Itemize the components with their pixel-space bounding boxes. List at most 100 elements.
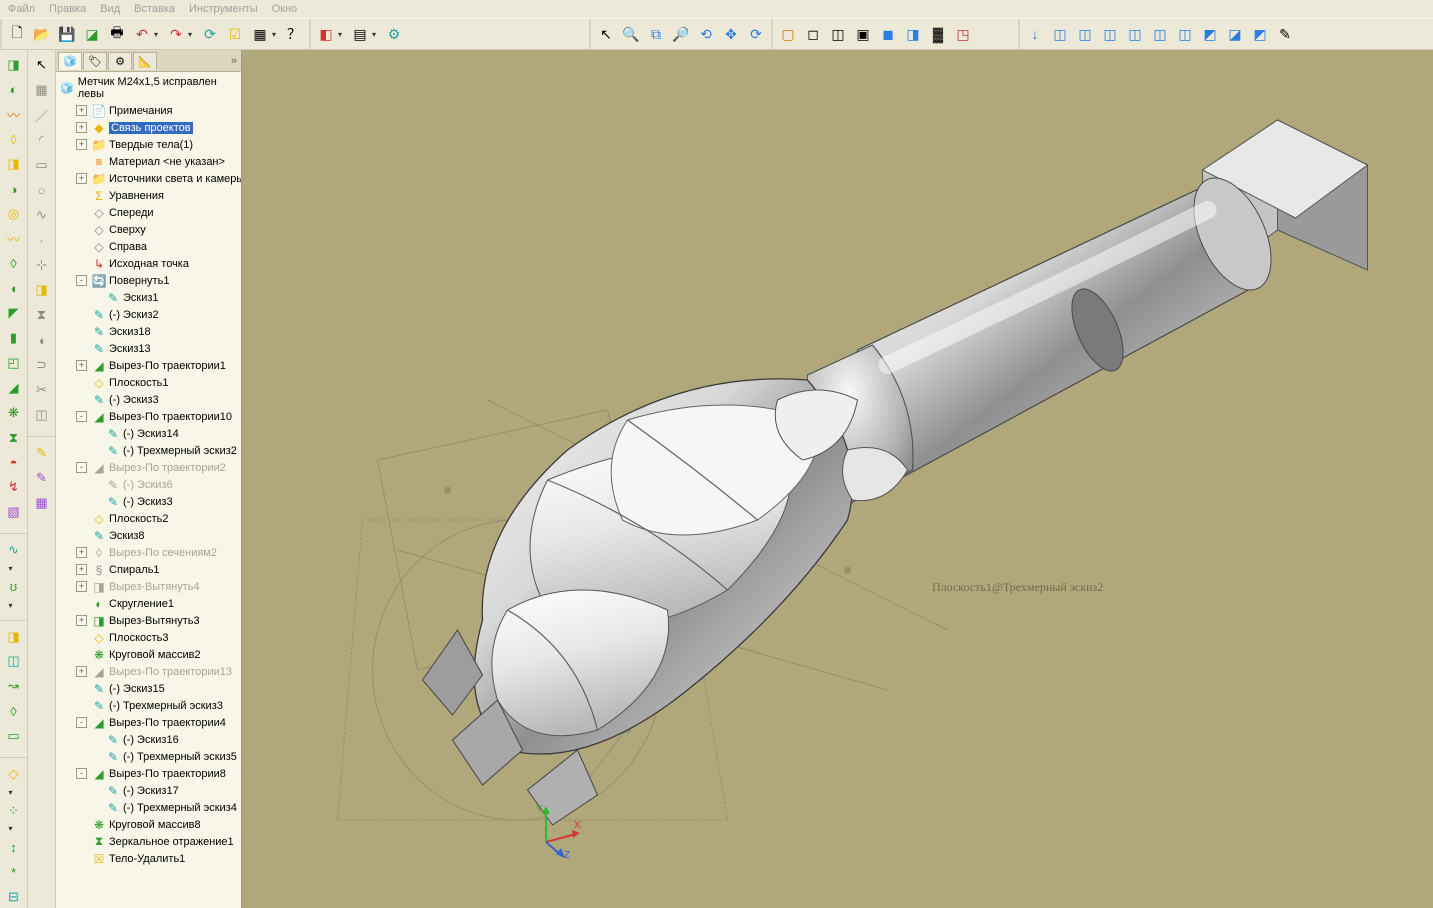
- expand-toggle[interactable]: -: [76, 462, 87, 473]
- select-icon[interactable]: ↖: [31, 54, 53, 76]
- expand-toggle[interactable]: +: [76, 581, 87, 592]
- view-section-icon[interactable]: ✎: [1274, 23, 1296, 45]
- ske-dd[interactable]: ▾: [9, 788, 17, 797]
- revolve-boss-icon[interactable]: ◐: [3, 79, 25, 101]
- tree-tab-dim[interactable]: 📐: [133, 52, 157, 70]
- tree-item[interactable]: ❋Круговой массив2: [56, 646, 241, 663]
- tree-item[interactable]: +◊Вырез-По сечениям2: [56, 544, 241, 561]
- tree-item[interactable]: ◇Плоскость2: [56, 510, 241, 527]
- revolve-cut-icon[interactable]: ◑: [3, 178, 25, 200]
- convert-entities-icon[interactable]: ◨: [31, 279, 53, 301]
- tree-body[interactable]: 🧊 Метчик М24x1,5 исправлен левы +📄Примеч…: [56, 72, 241, 908]
- refgeom-dd[interactable]: ▾: [9, 601, 17, 610]
- loft-boss-icon[interactable]: ◊: [3, 129, 25, 151]
- expand-toggle[interactable]: +: [76, 564, 87, 575]
- tree-item[interactable]: ΣУравнения: [56, 187, 241, 204]
- display-section-icon[interactable]: ◨: [902, 23, 924, 45]
- tree-item[interactable]: ✎Эскиз13: [56, 340, 241, 357]
- expand-toggle[interactable]: -: [76, 717, 87, 728]
- tree-root-node[interactable]: 🧊 Метчик М24x1,5 исправлен левы: [56, 74, 241, 102]
- tree-item[interactable]: ✎(-) Эскиз3: [56, 493, 241, 510]
- view-top-icon[interactable]: ◫: [1149, 23, 1171, 45]
- expand-toggle[interactable]: +: [76, 139, 87, 150]
- tree-item[interactable]: ↳Исходная точка: [56, 255, 241, 272]
- tree-item[interactable]: +◨Вырез-Вытянуть3: [56, 612, 241, 629]
- zoom-area-icon[interactable]: ⧉: [645, 23, 667, 45]
- display-wireframe-icon[interactable]: ▢: [777, 23, 799, 45]
- new-doc-icon[interactable]: 🗋: [6, 23, 28, 45]
- tree-item[interactable]: ✎(-) Трехмерный эскиз3: [56, 697, 241, 714]
- surface-loft-icon[interactable]: ◊: [3, 700, 25, 722]
- tree-item[interactable]: -◢Вырез-По траектории2: [56, 459, 241, 476]
- sks-dd[interactable]: ▾: [9, 824, 17, 833]
- window-icon[interactable]: ▤: [349, 23, 371, 45]
- loft-cut-icon[interactable]: ◊: [3, 253, 25, 275]
- rib-icon[interactable]: ▮: [3, 327, 25, 349]
- tree-item[interactable]: ✎(-) Трехмерный эскиз5: [56, 748, 241, 765]
- tree-item[interactable]: -◢Вырез-По траектории10: [56, 408, 241, 425]
- expand-toggle[interactable]: +: [76, 105, 87, 116]
- tree-item[interactable]: +◨Вырез-Вытянуть4: [56, 578, 241, 595]
- expand-toggle[interactable]: +: [76, 615, 87, 626]
- tree-item[interactable]: ✎(-) Эскиз17: [56, 782, 241, 799]
- tree-item[interactable]: ◐Скругление1: [56, 595, 241, 612]
- menu-view[interactable]: Вид: [100, 3, 120, 15]
- menu-tools[interactable]: Инструменты: [189, 3, 258, 15]
- toolbox-icon[interactable]: ⚙: [383, 23, 405, 45]
- view-back-icon[interactable]: ◫: [1074, 23, 1096, 45]
- macro-dd[interactable]: ▾: [338, 30, 346, 39]
- sketch-pattern-icon[interactable]: ▦: [31, 492, 53, 514]
- tree-item[interactable]: ✎(-) Эскиз2: [56, 306, 241, 323]
- tree-item[interactable]: ⧗Зеркальное отражение1: [56, 833, 241, 850]
- sketch-entity-icon[interactable]: ◇: [3, 763, 25, 785]
- options-icon[interactable]: ☑: [224, 23, 246, 45]
- shadow-icon[interactable]: ▓: [927, 23, 949, 45]
- rebuild-icon[interactable]: ⟳: [199, 23, 221, 45]
- evaluate-icon[interactable]: ⊟: [3, 886, 25, 908]
- draft-icon[interactable]: ◢: [3, 377, 25, 399]
- menu-file[interactable]: Файл: [8, 3, 35, 15]
- display-hlr-icon[interactable]: ◫: [827, 23, 849, 45]
- tree-item[interactable]: ✎Эскиз1: [56, 289, 241, 306]
- win-dd[interactable]: ▾: [372, 30, 380, 39]
- sweep-boss-icon[interactable]: 〰: [3, 104, 25, 126]
- tree-item[interactable]: ✎(-) Эскиз16: [56, 731, 241, 748]
- extrude-boss-icon[interactable]: ◨: [3, 54, 25, 76]
- mirror-icon[interactable]: ⧗: [3, 427, 25, 449]
- tree-item[interactable]: ☒Тело-Удалить1: [56, 850, 241, 867]
- view-trimetric-icon[interactable]: ◪: [1224, 23, 1246, 45]
- tree-item[interactable]: ≡Материал <не указан>: [56, 153, 241, 170]
- tree-item[interactable]: ◇Плоскость3: [56, 629, 241, 646]
- pan-icon[interactable]: ✥: [720, 23, 742, 45]
- tree-item[interactable]: +§Спираль1: [56, 561, 241, 578]
- open-icon[interactable]: 📂: [31, 23, 53, 45]
- surface-planar-icon[interactable]: ▭: [3, 725, 25, 747]
- viewport-3d[interactable]: · · ·: [242, 50, 1433, 908]
- wrap-icon[interactable]: ↯: [3, 476, 25, 498]
- expand-toggle[interactable]: +: [76, 547, 87, 558]
- rotate-view-icon[interactable]: ⟲: [695, 23, 717, 45]
- fillet-icon[interactable]: ◖: [3, 278, 25, 300]
- macro-box-icon[interactable]: ◧: [315, 23, 337, 45]
- tree-tab-property[interactable]: 🏷: [83, 52, 107, 70]
- roll-icon[interactable]: ⟳: [745, 23, 767, 45]
- pattern-icon[interactable]: ❋: [3, 402, 25, 424]
- zoom-inout-icon[interactable]: 🔎: [670, 23, 692, 45]
- menu-window[interactable]: Окно: [272, 3, 298, 15]
- save-icon[interactable]: 💾: [56, 23, 78, 45]
- view-bottom-icon[interactable]: ◫: [1174, 23, 1196, 45]
- view-left-icon[interactable]: ◫: [1099, 23, 1121, 45]
- tree-item[interactable]: ✎(-) Эскиз14: [56, 425, 241, 442]
- undo-dd[interactable]: ▾: [154, 30, 162, 39]
- surface-revolve-icon[interactable]: ◫: [3, 650, 25, 672]
- tree-item[interactable]: ◇Сверху: [56, 221, 241, 238]
- tree-item[interactable]: -◢Вырез-По траектории4: [56, 714, 241, 731]
- screen-capture-icon[interactable]: ▦: [249, 23, 271, 45]
- tree-item[interactable]: -🔄Повернуть1: [56, 272, 241, 289]
- shell-icon[interactable]: ◰: [3, 352, 25, 374]
- sketch-new-icon[interactable]: ✎: [31, 442, 53, 464]
- normal-to-icon[interactable]: ↓: [1024, 23, 1046, 45]
- hole-wizard-icon[interactable]: ◎: [3, 203, 25, 225]
- tree-item[interactable]: +◢Вырез-По траектории13: [56, 663, 241, 680]
- menu-insert[interactable]: Вставка: [134, 3, 175, 15]
